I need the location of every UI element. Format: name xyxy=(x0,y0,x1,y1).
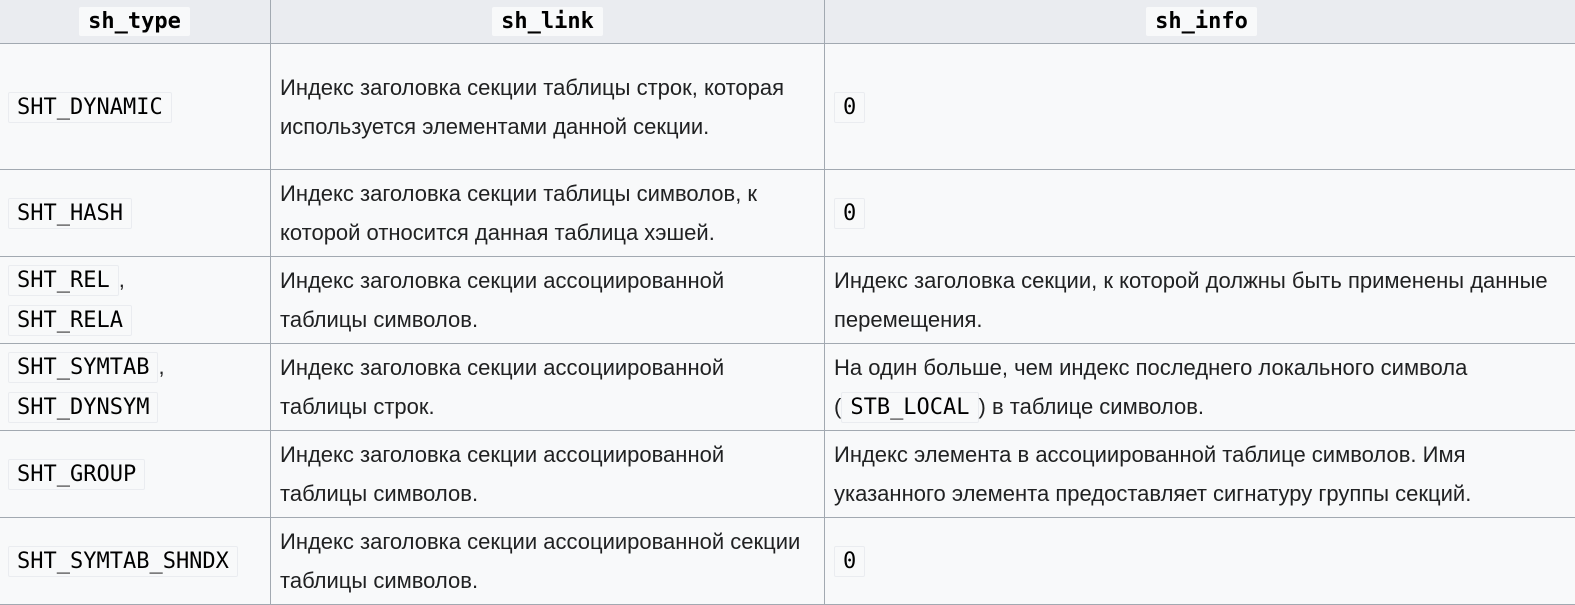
cell-sh-info: На один больше, чем индекс последнего ло… xyxy=(825,344,1575,431)
cell-sh-info: 0 xyxy=(825,518,1575,605)
table-row: SHT_DYNAMIC Индекс заголовка секции табл… xyxy=(0,44,1575,170)
column-header-sh-link: sh_link xyxy=(271,0,825,44)
cell-sh-link: Индекс заголовка секции таблицы строк, к… xyxy=(271,44,825,170)
cell-sh-type: SHT_DYNAMIC xyxy=(0,44,271,170)
separator: , xyxy=(119,267,125,292)
cell-sh-link: Индекс заголовка секции ассоциированной … xyxy=(271,518,825,605)
type-code: SHT_REL xyxy=(8,265,119,296)
cell-sh-info: Индекс заголовка секции, к которой должн… xyxy=(825,257,1575,344)
table-row: SHT_GROUP Индекс заголовка секции ассоци… xyxy=(0,431,1575,518)
type-code: SHT_RELA xyxy=(8,305,132,336)
table-row: SHT_REL, SHT_RELA Индекс заголовка секции… xyxy=(0,257,1575,344)
table-row: SHT_SYMTAB,SHT_DYNSYM Индекс заголовка с… xyxy=(0,344,1575,431)
cell-sh-link: Индекс заголовка секции ассоциированной … xyxy=(271,257,825,344)
cell-sh-type: SHT_HASH xyxy=(0,170,271,257)
type-code: SHT_DYNSYM xyxy=(8,392,158,423)
info-code: 0 xyxy=(834,546,865,577)
cell-sh-type: SHT_SYMTAB,SHT_DYNSYM xyxy=(0,344,271,431)
cell-sh-info: Индекс элемента в ассоциированной таблиц… xyxy=(825,431,1575,518)
separator: , xyxy=(158,354,164,379)
cell-sh-link: Индекс заголовка секции ассоциированной … xyxy=(271,431,825,518)
table-row: SHT_HASH Индекс заголовка секции таблицы… xyxy=(0,170,1575,257)
type-code: SHT_DYNAMIC xyxy=(8,92,172,123)
type-code: SHT_SYMTAB_SHNDX xyxy=(8,546,238,577)
type-code: SHT_SYMTAB xyxy=(8,352,158,383)
cell-sh-info: 0 xyxy=(825,170,1575,257)
section-header-table: sh_type sh_link sh_info SHT_DYNAMIC Инде… xyxy=(0,0,1575,605)
info-code: 0 xyxy=(834,198,865,229)
cell-sh-info: 0 xyxy=(825,44,1575,170)
cell-sh-link: Индекс заголовка секции таблицы символов… xyxy=(271,170,825,257)
table-row: SHT_SYMTAB_SHNDX Индекс заголовка секции… xyxy=(0,518,1575,605)
column-header-sh-type: sh_type xyxy=(0,0,271,44)
info-code: 0 xyxy=(834,92,865,123)
cell-sh-type: SHT_SYMTAB_SHNDX xyxy=(0,518,271,605)
type-code: SHT_GROUP xyxy=(8,459,145,490)
cell-sh-link: Индекс заголовка секции ассоциированной … xyxy=(271,344,825,431)
column-header-sh-info: sh_info xyxy=(825,0,1575,44)
cell-sh-type: SHT_GROUP xyxy=(0,431,271,518)
info-code: STB_LOCAL xyxy=(841,392,978,423)
table-header-row: sh_type sh_link sh_info xyxy=(0,0,1575,44)
type-code: SHT_HASH xyxy=(8,198,132,229)
cell-sh-type: SHT_REL, SHT_RELA xyxy=(0,257,271,344)
